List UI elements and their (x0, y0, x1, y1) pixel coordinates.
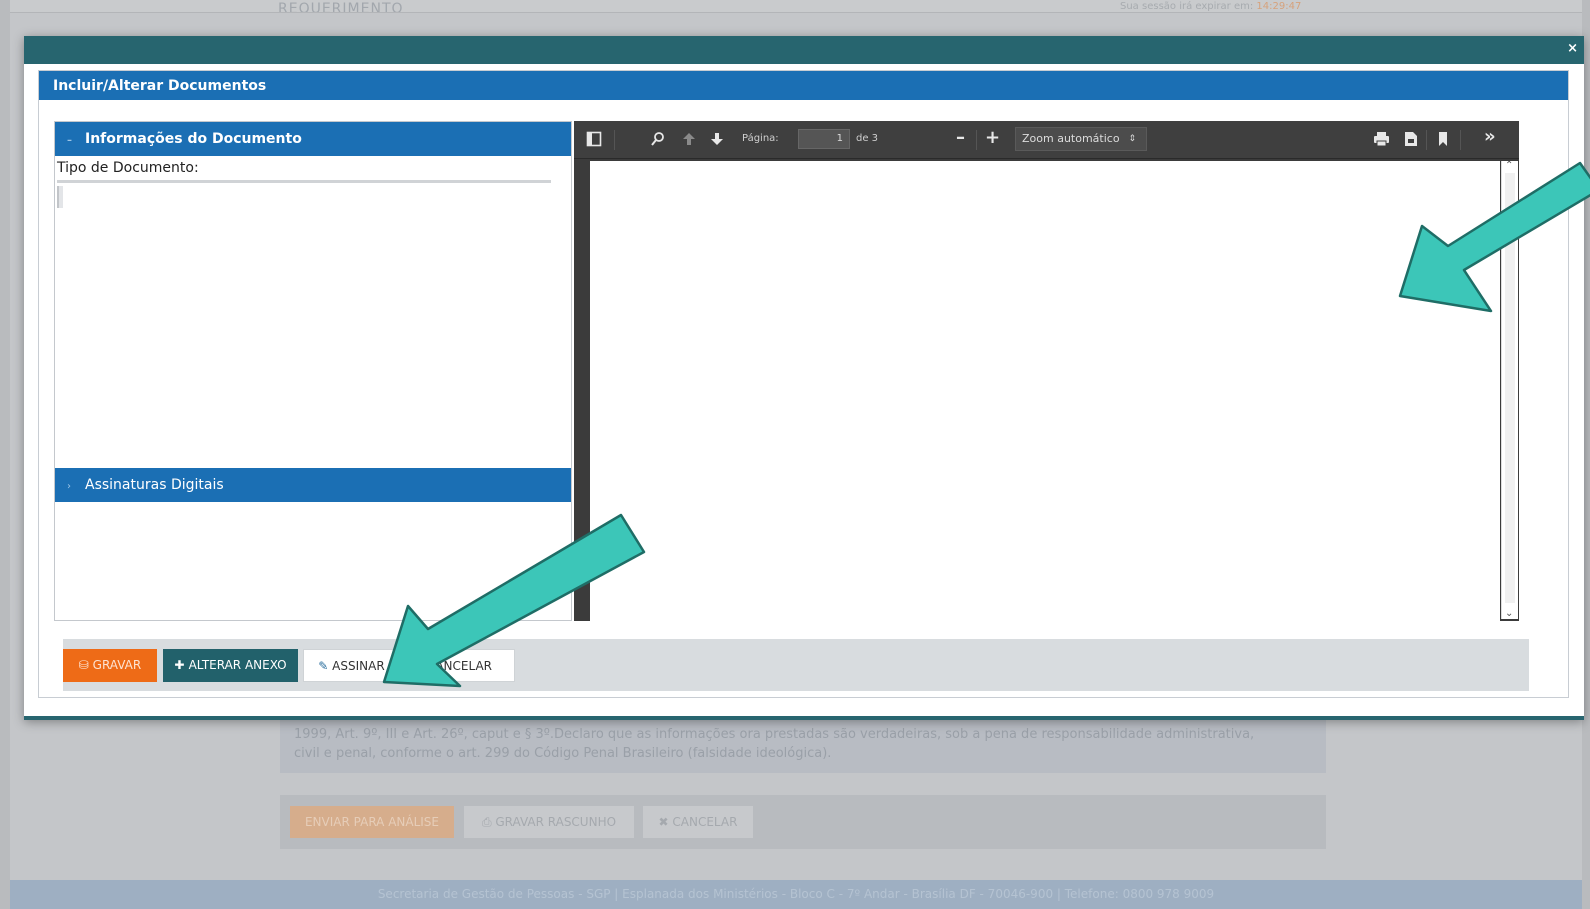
document-info-section-header[interactable]: – Informações do Documento (55, 122, 571, 156)
save-draft-icon: ⎙ (481, 815, 496, 829)
background-header: REQUERIMENTO Sua sessão irá expirar em: … (10, 0, 1582, 13)
tools-icon[interactable]: » (1484, 128, 1496, 146)
panel-title: Incluir/Alterar Documentos (39, 71, 1568, 100)
declaration-line-1: 1999, Art. 9º, III e Art. 26º, caput e §… (294, 727, 1255, 742)
pdf-viewer: Página: 1 de 3 – + Zoom automático ⇕ » ⌃… (574, 121, 1519, 657)
scrollbar-track[interactable] (1505, 173, 1515, 603)
document-type-divider (57, 180, 551, 183)
modal-footer-bar (24, 716, 1584, 720)
chevron-updown-icon: ⇕ (1128, 134, 1136, 144)
zoom-select-value: Zoom automático (1022, 132, 1120, 145)
toolbar-separator (614, 130, 615, 150)
session-timer-count: 14:29:47 (1256, 1, 1302, 11)
modal-close-icon[interactable]: × (1567, 42, 1578, 56)
declaration-line-2: civil e penal, conforme o art. 299 do Có… (294, 746, 832, 761)
scroll-up-icon[interactable]: ⌃ (1505, 160, 1513, 171)
digital-signatures-section-title: Assinaturas Digitais (85, 477, 224, 493)
save-button[interactable]: ⛁ GRAVAR (63, 649, 157, 682)
background-page-title: REQUERIMENTO (278, 2, 404, 12)
zoom-in-icon[interactable]: + (985, 129, 1000, 147)
toolbar-separator (976, 130, 977, 150)
scroll-down-icon[interactable]: ⌄ (1505, 608, 1513, 619)
modal-button-bar: ⛁ GRAVAR ✚ ALTERAR ANEXO ✎ ASSINAR CANCE… (63, 639, 1529, 691)
session-timer-label: Sua sessão irá expirar em: (1120, 1, 1257, 11)
disk-icon: ⛁ (78, 658, 93, 672)
change-attachment-label: ALTERAR ANEXO (188, 658, 287, 672)
page-number-input[interactable]: 1 (798, 129, 850, 149)
close-icon: ✖ (658, 815, 673, 829)
digital-signatures-section-header[interactable]: › Assinaturas Digitais (55, 468, 571, 502)
sidebar-toggle-icon[interactable] (586, 131, 602, 151)
page-footer: Secretaria de Gestão de Pessoas - SGP | … (10, 880, 1582, 909)
sign-button-label: ASSINAR (332, 659, 385, 673)
document-info-column: – Informações do Documento Tipo de Docume… (54, 121, 572, 621)
zoom-select[interactable]: Zoom automático ⇕ (1015, 127, 1147, 151)
background-cancel-button[interactable]: ✖ CANCELAR (643, 806, 753, 838)
toolbar-separator (1460, 130, 1461, 150)
collapse-icon: – (67, 135, 72, 146)
zoom-out-icon[interactable]: – (956, 129, 965, 147)
cancel-button-label: CANCELAR (426, 659, 493, 673)
change-attachment-button[interactable]: ✚ ALTERAR ANEXO (163, 649, 298, 682)
document-info-section-title: Informações do Documento (85, 131, 302, 147)
background-cancel-label: CANCELAR (672, 815, 738, 829)
modal-header: × (24, 36, 1584, 64)
cancel-button[interactable]: CANCELAR (404, 649, 515, 682)
toolbar-separator (1426, 130, 1427, 150)
background-action-bar: ENVIAR PARA ANÁLISE ⎙ GRAVAR RASCUNHO ✖ … (280, 795, 1326, 849)
save-draft-label: GRAVAR RASCUNHO (495, 815, 617, 829)
sign-button[interactable]: ✎ ASSINAR (303, 649, 400, 682)
page-label: Página: (742, 133, 779, 144)
document-type-field[interactable] (57, 186, 63, 208)
session-timer: Sua sessão irá expirar em: 14:29:47 (1120, 1, 1301, 11)
expand-icon: › (67, 481, 71, 492)
pdf-page-canvas[interactable] (590, 161, 1500, 657)
search-icon[interactable] (650, 131, 666, 151)
bookmark-icon[interactable] (1438, 131, 1448, 151)
declaration-box: 1999, Art. 9º, III e Art. 26º, caput e §… (280, 712, 1326, 773)
save-button-label: GRAVAR (92, 658, 142, 672)
previous-page-icon[interactable] (682, 131, 696, 151)
next-page-icon[interactable] (710, 131, 724, 151)
pdf-scrollbar[interactable]: ⌃ ⌄ (1501, 160, 1518, 619)
download-icon[interactable] (1404, 131, 1418, 151)
save-draft-button[interactable]: ⎙ GRAVAR RASCUNHO (464, 806, 634, 838)
page-total: de 3 (856, 133, 879, 144)
pen-icon: ✎ (318, 659, 333, 673)
send-for-analysis-button[interactable]: ENVIAR PARA ANÁLISE (290, 806, 454, 838)
documents-modal: × Incluir/Alterar Documentos – Informaçõe… (24, 36, 1584, 720)
documents-panel: Incluir/Alterar Documentos – Informações … (38, 70, 1569, 698)
document-type-label: Tipo de Documento: (57, 160, 199, 176)
plus-icon: ✚ (174, 658, 189, 672)
print-icon[interactable] (1373, 131, 1390, 151)
pdf-toolbar: Página: 1 de 3 – + Zoom automático ⇕ » (574, 121, 1519, 159)
